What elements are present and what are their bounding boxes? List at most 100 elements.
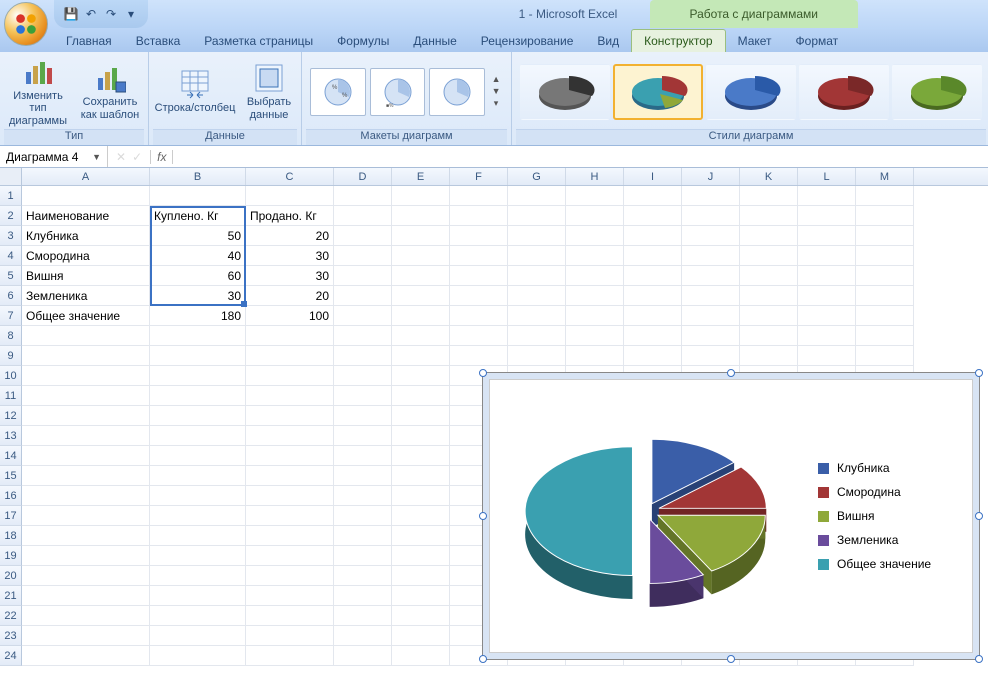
- cell[interactable]: [22, 426, 150, 446]
- cell[interactable]: [624, 266, 682, 286]
- col-header[interactable]: F: [450, 168, 508, 185]
- cell[interactable]: [246, 486, 334, 506]
- cell[interactable]: [246, 326, 334, 346]
- cell[interactable]: [566, 226, 624, 246]
- cell[interactable]: [246, 546, 334, 566]
- cell[interactable]: [150, 186, 246, 206]
- cell[interactable]: [392, 186, 450, 206]
- cell[interactable]: [246, 186, 334, 206]
- cell[interactable]: [624, 346, 682, 366]
- cell[interactable]: [334, 286, 392, 306]
- save-icon[interactable]: 💾: [62, 5, 80, 23]
- cell[interactable]: [334, 466, 392, 486]
- undo-icon[interactable]: ↶: [82, 5, 100, 23]
- cell[interactable]: [334, 366, 392, 386]
- cell[interactable]: [334, 546, 392, 566]
- cell[interactable]: [150, 586, 246, 606]
- cell[interactable]: [566, 206, 624, 226]
- redo-icon[interactable]: ↷: [102, 5, 120, 23]
- cell[interactable]: [392, 266, 450, 286]
- cell[interactable]: [150, 446, 246, 466]
- chart-layout-2[interactable]: ■%: [370, 68, 426, 116]
- cell[interactable]: [566, 306, 624, 326]
- row-header[interactable]: 19: [0, 546, 22, 566]
- cell[interactable]: [246, 506, 334, 526]
- col-header[interactable]: L: [798, 168, 856, 185]
- cell[interactable]: [682, 306, 740, 326]
- cell[interactable]: [798, 326, 856, 346]
- cell[interactable]: [508, 306, 566, 326]
- cell[interactable]: [682, 186, 740, 206]
- cell[interactable]: 50: [150, 226, 246, 246]
- row-header[interactable]: 11: [0, 386, 22, 406]
- row-header[interactable]: 16: [0, 486, 22, 506]
- row-header[interactable]: 2: [0, 206, 22, 226]
- cell[interactable]: [334, 586, 392, 606]
- cell[interactable]: [246, 446, 334, 466]
- cell[interactable]: [150, 646, 246, 666]
- cell[interactable]: [450, 326, 508, 346]
- cell[interactable]: 180: [150, 306, 246, 326]
- cell[interactable]: [624, 306, 682, 326]
- row-header[interactable]: 14: [0, 446, 22, 466]
- row-header[interactable]: 21: [0, 586, 22, 606]
- row-header[interactable]: 8: [0, 326, 22, 346]
- cell[interactable]: [508, 226, 566, 246]
- cell[interactable]: [856, 226, 914, 246]
- cell[interactable]: Смородина: [22, 246, 150, 266]
- cell[interactable]: [150, 626, 246, 646]
- select-data-button[interactable]: Выбрать данные: [241, 56, 297, 128]
- cell[interactable]: [856, 326, 914, 346]
- cell[interactable]: [22, 326, 150, 346]
- cell[interactable]: [740, 226, 798, 246]
- cell[interactable]: [566, 186, 624, 206]
- cell[interactable]: [334, 226, 392, 246]
- embedded-chart[interactable]: Клубника Смородина Вишня Земленика Общее…: [482, 372, 980, 660]
- cell[interactable]: [150, 506, 246, 526]
- cell[interactable]: [334, 266, 392, 286]
- cell[interactable]: [740, 306, 798, 326]
- change-chart-type-button[interactable]: Изменить тип диаграммы: [4, 56, 72, 128]
- cell[interactable]: [150, 546, 246, 566]
- cell[interactable]: [22, 406, 150, 426]
- cell[interactable]: [508, 206, 566, 226]
- cell[interactable]: [682, 206, 740, 226]
- cell[interactable]: [334, 526, 392, 546]
- office-button[interactable]: [4, 2, 48, 46]
- cell[interactable]: [392, 606, 450, 626]
- cell[interactable]: [150, 426, 246, 446]
- col-header[interactable]: B: [150, 168, 246, 185]
- cell[interactable]: [450, 346, 508, 366]
- row-header[interactable]: 5: [0, 266, 22, 286]
- cell[interactable]: [150, 346, 246, 366]
- col-header[interactable]: E: [392, 168, 450, 185]
- cell[interactable]: [392, 626, 450, 646]
- cell[interactable]: Продано. Кг: [246, 206, 334, 226]
- cell[interactable]: [856, 206, 914, 226]
- cell[interactable]: [508, 346, 566, 366]
- cell[interactable]: [740, 286, 798, 306]
- cell[interactable]: [798, 286, 856, 306]
- cell[interactable]: [624, 246, 682, 266]
- cell[interactable]: [392, 526, 450, 546]
- cell[interactable]: [508, 266, 566, 286]
- cell[interactable]: [334, 606, 392, 626]
- cell[interactable]: [246, 586, 334, 606]
- formula-input[interactable]: [173, 146, 988, 167]
- cell[interactable]: [246, 366, 334, 386]
- cell[interactable]: 60: [150, 266, 246, 286]
- cell[interactable]: [798, 266, 856, 286]
- layouts-more-icon[interactable]: ▾: [489, 98, 503, 109]
- cell[interactable]: 20: [246, 286, 334, 306]
- cell[interactable]: 100: [246, 306, 334, 326]
- worksheet-grid[interactable]: A B C D E F G H I J K L M 12Наименование…: [0, 168, 988, 676]
- chart-style-3[interactable]: [706, 64, 796, 120]
- chart-layout-3[interactable]: [429, 68, 485, 116]
- cell[interactable]: [392, 646, 450, 666]
- layouts-up-icon[interactable]: ▲: [489, 74, 503, 84]
- cell[interactable]: [624, 226, 682, 246]
- tab-data[interactable]: Данные: [401, 30, 468, 52]
- row-header[interactable]: 1: [0, 186, 22, 206]
- cell[interactable]: [566, 346, 624, 366]
- col-header[interactable]: A: [22, 168, 150, 185]
